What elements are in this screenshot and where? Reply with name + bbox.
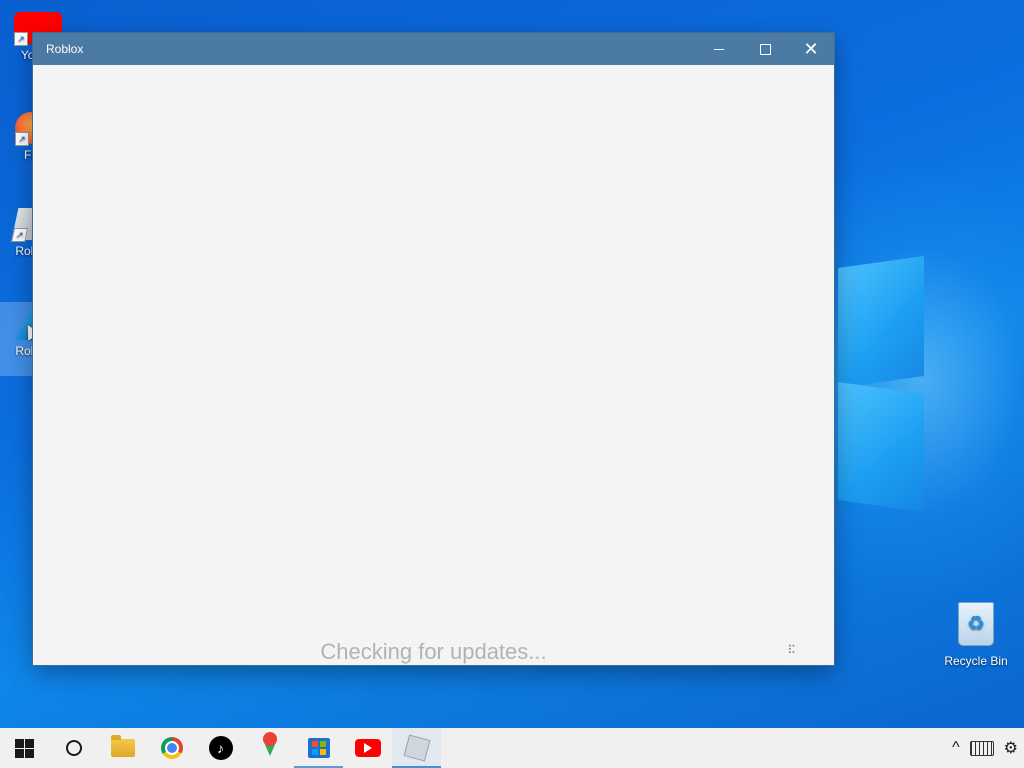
maximize-icon [759,43,771,55]
taskbar: ♪ ^ ⚙ [0,728,1024,768]
recycle-bin-label: Recycle Bin [944,654,1008,668]
taskbar-file-explorer[interactable] [98,728,147,768]
roblox-icon [403,734,430,762]
shortcut-arrow-icon: ↗ [15,132,29,146]
recycle-bin-icon [958,602,994,646]
maximize-button[interactable] [742,33,788,65]
taskbar-roblox[interactable] [392,728,441,768]
desktop: ↗ You ↗ Fir ↗ Roblo Roblo ⧗ Recycle Bin … [0,0,1024,728]
close-button[interactable]: ✕ [788,33,834,65]
show-hidden-icons-chevron-icon[interactable]: ^ [952,739,960,757]
keyboard-icon[interactable] [969,740,994,756]
folder-icon [110,735,135,757]
taskbar-maps[interactable] [245,728,294,768]
shortcut-arrow-icon: ↗ [14,32,28,46]
gear-icon[interactable]: ⚙ [1004,738,1018,758]
desktop-icon-recycle-bin[interactable]: Recycle Bin [938,602,1014,668]
window-titlebar[interactable]: Roblox ✕ [33,33,834,65]
taskbar-tiktok[interactable]: ♪ [196,728,245,768]
start-button[interactable] [0,728,49,768]
window-title: Roblox [46,42,84,56]
roblox-window: Roblox ✕ Checking for updates... ⠯ [33,33,834,665]
window-content: Checking for updates... ⠯ [33,65,834,665]
tiktok-icon: ♪ [208,736,233,760]
maps-pin-icon [262,732,277,756]
taskbar-chrome[interactable] [147,728,196,768]
system-tray: ^ ⚙ [952,728,1018,768]
close-icon: ✕ [803,38,819,59]
chrome-icon [160,737,183,759]
youtube-icon [354,739,381,757]
windows-wallpaper-logo-lower [838,381,924,513]
cortana-icon [65,740,82,756]
store-icon [307,738,330,758]
loading-spinner-icon: ⠯ [787,643,796,657]
minimize-icon [714,48,724,50]
shortcut-arrow-icon: ↗ [11,228,29,242]
update-status-text: Checking for updates... [320,639,547,664]
minimize-button[interactable] [696,33,742,65]
taskbar-store[interactable] [294,728,343,768]
window-controls: ✕ [696,33,834,65]
windows-logo-icon [15,738,34,758]
taskbar-youtube[interactable] [343,728,392,768]
search-button[interactable] [49,728,98,768]
windows-wallpaper-logo [838,255,924,389]
